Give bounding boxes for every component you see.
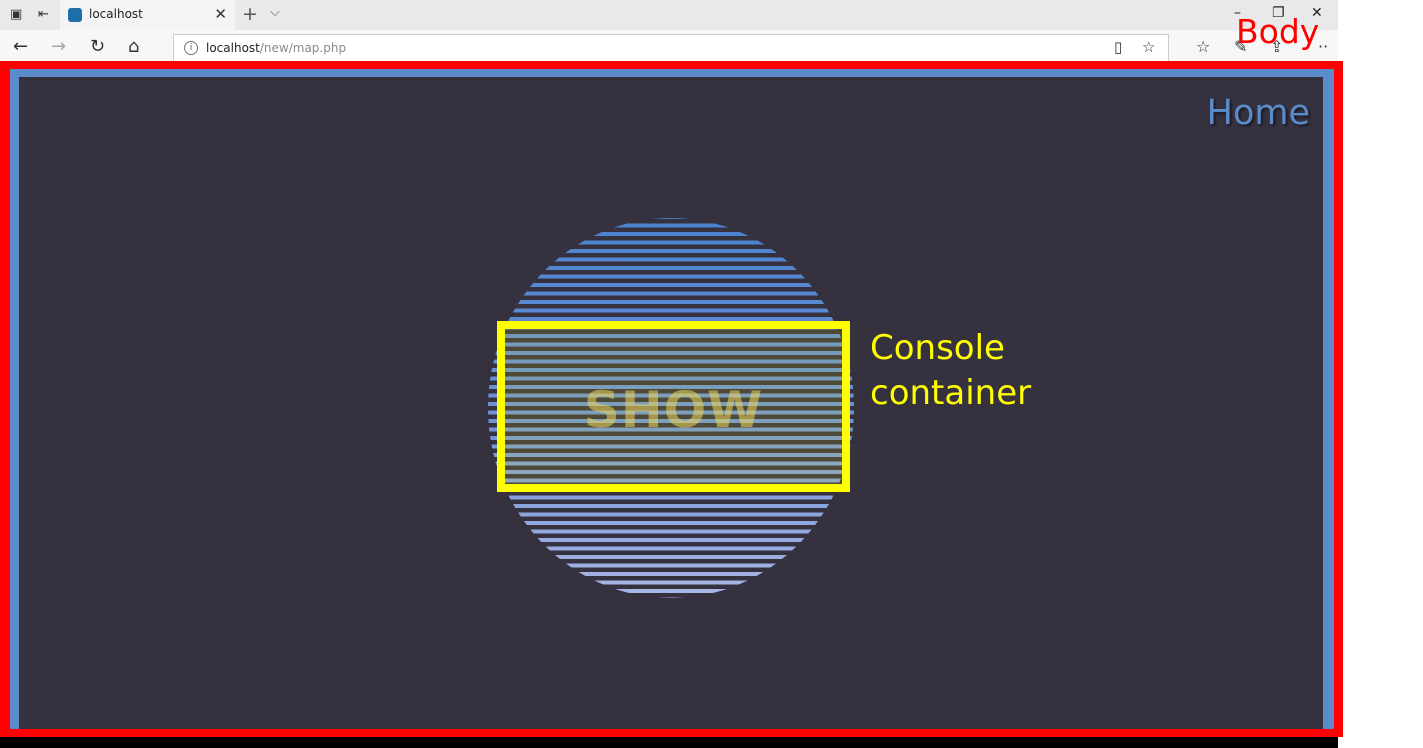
console-annotation-label: Console container bbox=[870, 326, 1031, 416]
more-icon[interactable]: ·· bbox=[1318, 37, 1328, 56]
console-annotation-line-2: container bbox=[870, 373, 1032, 413]
tab-localhost[interactable]: localhost ✕ bbox=[60, 0, 235, 30]
new-tab-icon[interactable]: + bbox=[242, 3, 258, 25]
tabs-aside-icon[interactable]: ▣ bbox=[10, 7, 22, 22]
close-tab-icon[interactable]: ✕ bbox=[214, 5, 227, 23]
restore-tabs-icon[interactable]: ⇤ bbox=[38, 7, 49, 22]
show-button[interactable]: SHOW bbox=[505, 381, 842, 439]
star-icon[interactable]: ☆ bbox=[1142, 38, 1155, 56]
reading-view-icon[interactable]: ▯ bbox=[1114, 38, 1122, 56]
address-bar[interactable]: i localhost/new/map.php ▯ ☆ bbox=[173, 34, 1169, 62]
localhost-favicon-icon bbox=[68, 8, 82, 22]
url-path: /new/map.php bbox=[259, 41, 347, 55]
console-container[interactable]: SHOW bbox=[497, 321, 850, 492]
url-text[interactable]: localhost/new/map.php bbox=[206, 41, 346, 55]
console-annotation-line-1: Console bbox=[870, 328, 1005, 368]
tab-bar: ▣ ⇤ localhost ✕ + ⌵ – ❐ ✕ bbox=[0, 0, 1338, 31]
favorites-icon[interactable]: ☆ bbox=[1196, 37, 1210, 56]
body-annotation-label: Body bbox=[1236, 12, 1320, 51]
home-icon[interactable]: ⌂ bbox=[128, 36, 139, 57]
url-host: localhost bbox=[206, 41, 260, 55]
refresh-icon[interactable]: ↻ bbox=[90, 36, 105, 57]
forward-arrow-icon[interactable]: → bbox=[51, 36, 66, 57]
back-arrow-icon[interactable]: ← bbox=[13, 36, 28, 57]
home-link[interactable]: Home bbox=[1207, 93, 1310, 133]
tab-title: localhost bbox=[89, 7, 143, 21]
bottom-edge bbox=[0, 737, 1338, 748]
navigation-bar: ← → ↻ ⌂ i localhost/new/map.php ▯ ☆ ☆ ✎ … bbox=[0, 30, 1338, 65]
chevron-down-icon[interactable]: ⌵ bbox=[270, 5, 280, 20]
site-info-icon[interactable]: i bbox=[184, 41, 198, 55]
